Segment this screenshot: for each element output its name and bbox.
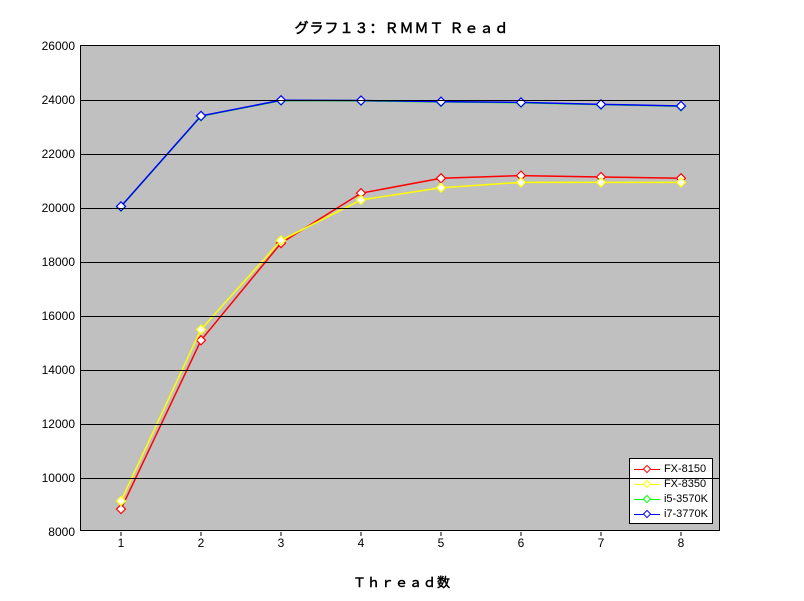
x-tick-label: 6 [518,536,525,550]
legend-item: FX-8150 [634,461,708,476]
gridline [81,262,719,263]
gridline [81,100,719,101]
x-tick-label: 2 [198,536,205,550]
data-marker [596,178,605,187]
chart-title: グラフ１３：ＲＭＭＴ Ｒｅａｄ [0,18,804,38]
legend-label: i7-3770K [664,508,708,520]
legend-item: i5-3570K [634,491,708,506]
x-tick-label: 7 [598,536,605,550]
x-tick-label: 1 [118,536,125,550]
y-tick-label: 26000 [42,39,75,53]
gridline [81,154,719,155]
legend-swatch [634,494,660,504]
y-tick-label: 22000 [42,147,75,161]
chart-lines [81,46,719,530]
y-tick-label: 16000 [42,309,75,323]
y-tick-label: 10000 [42,471,75,485]
x-tick-label: 8 [678,536,685,550]
data-marker [596,100,605,109]
y-tick-label: 20000 [42,201,75,215]
data-marker [436,174,445,183]
legend-swatch [634,479,660,489]
data-marker [516,178,525,187]
legend-swatch [634,509,660,519]
x-tick-label: 4 [358,536,365,550]
data-marker [676,101,685,110]
y-tick-label: 24000 [42,93,75,107]
y-tick-label: 8000 [48,525,75,539]
gridline [81,478,719,479]
legend: FX-8150 FX-8350 i5-3570K i7-3770K [629,458,713,524]
legend-label: FX-8150 [664,463,706,475]
gridline [81,370,719,371]
data-marker [436,183,445,192]
x-tick-label: 5 [438,536,445,550]
data-marker [356,195,365,204]
plot-area: FX-8150FX-8350i5-3570Ki7-3770K 800010000… [80,45,720,531]
gridline [81,316,719,317]
legend-label: FX-8350 [664,478,706,490]
y-tick-label: 14000 [42,363,75,377]
gridline [81,424,719,425]
y-tick-label: 12000 [42,417,75,431]
legend-swatch [634,464,660,474]
series-line [121,176,681,509]
y-tick-label: 18000 [42,255,75,269]
data-marker [436,97,445,106]
legend-label: i5-3570K [664,493,708,505]
x-axis-label: Ｔｈｒｅａｄ数 [0,572,804,591]
chart-container: グラフ１３：ＲＭＭＴ Ｒｅａｄ Ｂａｎｄｗｉｄｔｈ （ＭＢ／ｓｅｃ） Ｔｈｒｅａ… [0,0,804,601]
legend-item: i7-3770K [634,506,708,521]
x-tick-label: 3 [278,536,285,550]
gridline [81,208,719,209]
